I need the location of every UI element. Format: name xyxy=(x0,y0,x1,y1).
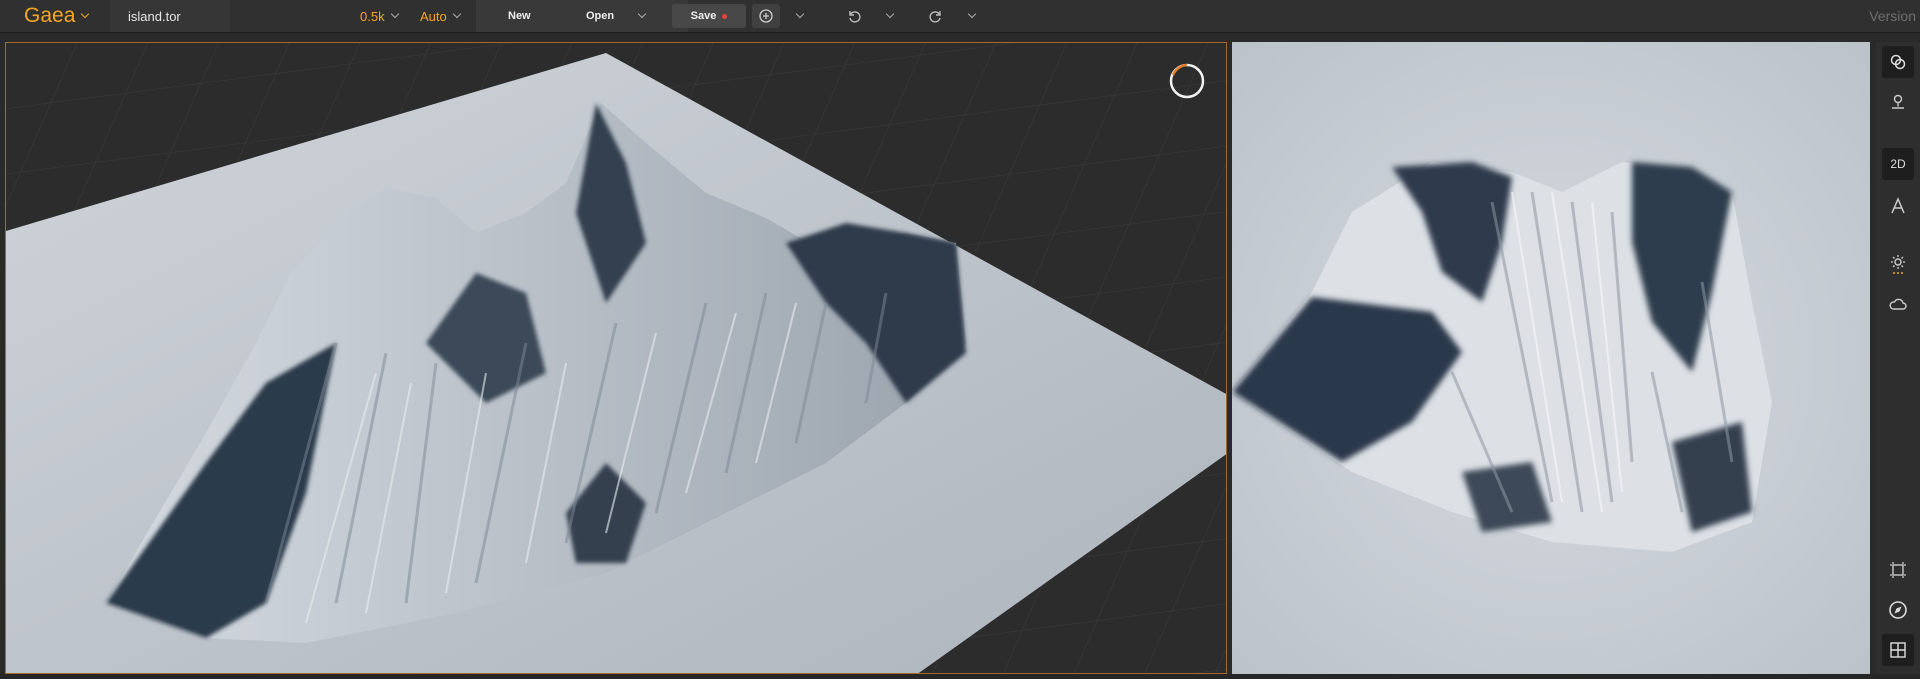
frame-select-button[interactable] xyxy=(1882,554,1914,586)
chevron-down-icon xyxy=(390,9,399,19)
plus-circle-icon xyxy=(759,9,773,23)
layout-button[interactable] xyxy=(1882,634,1914,666)
redo-icon xyxy=(929,11,941,23)
open-button[interactable]: Open xyxy=(586,0,614,32)
navigation-button[interactable] xyxy=(1882,594,1914,626)
undo-history-dropdown[interactable] xyxy=(880,0,895,32)
chevron-down-icon xyxy=(885,9,895,19)
save-as-button[interactable] xyxy=(752,4,780,28)
undo-icon xyxy=(849,11,861,23)
view-2d-toggle[interactable]: 2D xyxy=(1882,148,1914,180)
status-strip xyxy=(0,674,1920,679)
chevron-down-icon xyxy=(637,9,647,19)
pin-icon xyxy=(1892,94,1904,109)
atmosphere-button[interactable] xyxy=(1882,288,1914,320)
terrain-2d-render xyxy=(1232,42,1870,674)
terrain-3d-render xyxy=(6,43,1226,673)
file-name: island.tor xyxy=(128,8,181,24)
view-2d-label: 2D xyxy=(1890,157,1906,171)
chevron-down-icon xyxy=(81,9,90,19)
unsaved-dot-icon xyxy=(722,13,728,19)
new-button[interactable]: New xyxy=(508,0,531,32)
chevron-down-icon xyxy=(795,9,805,19)
erosion-a-button[interactable] xyxy=(1882,190,1914,222)
version-label: Version xyxy=(1869,8,1916,24)
cloud-icon xyxy=(1889,298,1907,310)
link-nodes-button[interactable] xyxy=(1882,46,1914,78)
app-name: Gaea xyxy=(24,4,76,27)
sun-lighting-icon xyxy=(1891,255,1905,274)
new-label: New xyxy=(508,10,531,22)
chevron-down-icon xyxy=(967,9,977,19)
resolution-dropdown[interactable]: 0.5k xyxy=(360,0,399,32)
loading-spinner-icon xyxy=(1169,63,1205,99)
frame-select-icon xyxy=(1890,562,1906,578)
viewport-3d[interactable] xyxy=(5,42,1227,674)
resolution-value: 0.5k xyxy=(360,8,385,24)
save-button[interactable]: Save xyxy=(672,4,746,28)
lighting-button[interactable] xyxy=(1882,248,1914,280)
viewport-2d[interactable] xyxy=(1232,42,1870,674)
compass-icon xyxy=(1889,601,1907,619)
chevron-down-icon xyxy=(452,9,461,19)
mode-value: Auto xyxy=(420,8,447,24)
save-label: Save xyxy=(690,10,717,22)
right-toolbar: 2D xyxy=(1876,42,1920,679)
undo-button[interactable] xyxy=(846,0,862,32)
open-label: Open xyxy=(586,10,615,22)
save-options-dropdown[interactable] xyxy=(790,0,805,32)
top-toolbar: Gaea island.tor 0.5k Auto New Open Save xyxy=(0,0,1920,33)
file-tab[interactable]: island.tor xyxy=(110,0,230,32)
pin-button[interactable] xyxy=(1882,86,1914,118)
redo-button[interactable] xyxy=(928,0,944,32)
redo-history-dropdown[interactable] xyxy=(962,0,977,32)
link-nodes-icon xyxy=(1890,54,1906,70)
erosion-a-icon xyxy=(1891,197,1905,214)
app-menu-button[interactable]: Gaea xyxy=(24,0,90,32)
mode-dropdown[interactable]: Auto xyxy=(420,0,461,32)
grid-layout-icon xyxy=(1890,642,1906,658)
open-recent-dropdown[interactable] xyxy=(632,0,647,32)
